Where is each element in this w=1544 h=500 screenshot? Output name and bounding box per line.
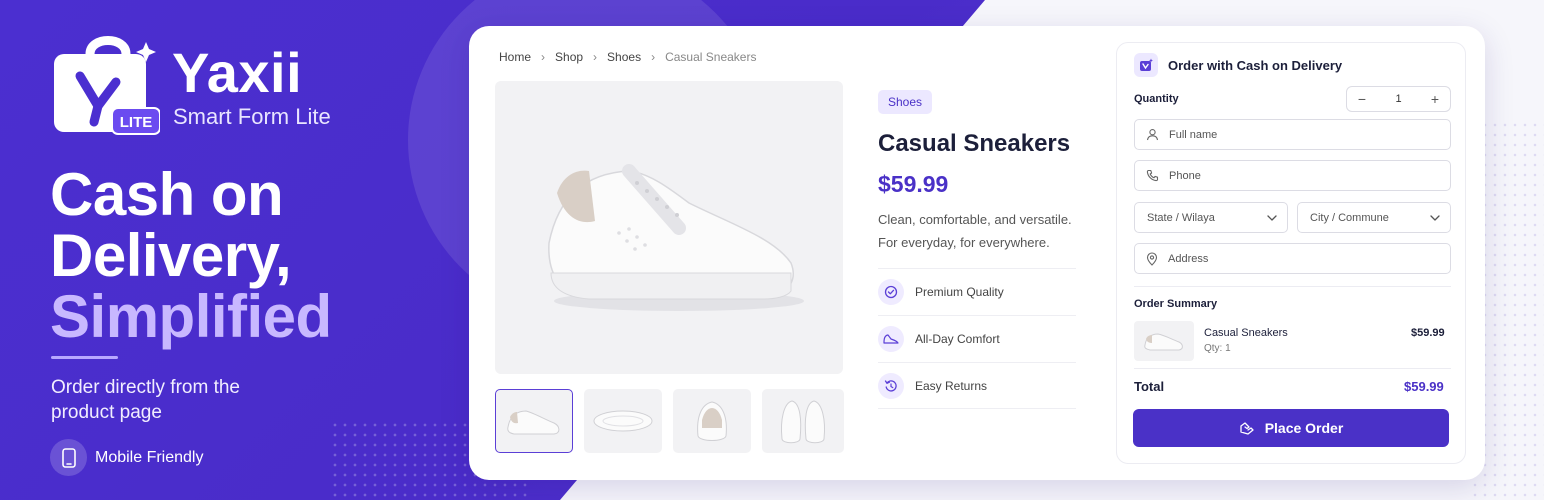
lite-badge: LITE (120, 114, 153, 131)
hand-cash-icon (1240, 422, 1254, 435)
shoe-icon (878, 326, 904, 352)
quantity-value[interactable]: 1 (1395, 93, 1401, 105)
address-placeholder: Address (1168, 252, 1209, 265)
summary-divider (1134, 286, 1451, 287)
chevron-down-icon (1267, 214, 1277, 221)
phone-placeholder: Phone (1169, 169, 1201, 182)
minus-button[interactable]: − (1355, 91, 1369, 107)
product-title: Casual Sneakers (878, 130, 1071, 157)
quantity-label: Quantity (1134, 93, 1179, 105)
badge-check-icon (878, 279, 904, 305)
summary-title: Order Summary (1134, 298, 1218, 310)
city-select[interactable]: City / Commune (1297, 202, 1451, 233)
state-placeholder: State / Wilaya (1147, 211, 1215, 224)
place-order-label: Place Order (1264, 420, 1344, 436)
feature-item: All-Day Comfort (878, 315, 1076, 362)
brand-subtitle: Smart Form Lite (173, 104, 331, 129)
brand-name: Yaxii (172, 41, 303, 104)
product-main-image (495, 81, 843, 374)
hero-headline: Cash on Delivery, Simplified (50, 164, 332, 347)
feature-item: Easy Returns (878, 362, 1076, 409)
phone-field[interactable]: Phone (1134, 160, 1451, 191)
fullname-placeholder: Full name (1169, 128, 1218, 141)
order-header: Order with Cash on Delivery (1134, 53, 1342, 77)
chevron-down-icon (1430, 214, 1440, 221)
product-price: $59.99 (878, 171, 949, 197)
feature-list: Premium Quality All-Day Comfort Easy Ret… (878, 268, 1076, 409)
summary-item-price: $59.99 (1411, 327, 1445, 339)
product-description: Clean, comfortable, and versatile. For e… (878, 212, 1072, 250)
summary-product-image (1134, 321, 1194, 361)
breadcrumb-shop[interactable]: Shop (555, 50, 583, 64)
fullname-field[interactable]: Full name (1134, 119, 1451, 150)
divider (51, 356, 118, 359)
location-pin-icon (1146, 251, 1158, 266)
summary-item-qty: Qty: 1 (1204, 343, 1231, 354)
thumbnail-2[interactable] (584, 389, 662, 453)
headline-line-1: Cash on (50, 161, 284, 228)
feature-item: Premium Quality (878, 268, 1076, 315)
address-field[interactable]: Address (1134, 243, 1451, 274)
hero-subtext: Order directly from the product page (51, 377, 240, 423)
breadcrumb: Home › Shop › Shoes › Casual Sneakers (499, 50, 756, 64)
chevron-right-icon: › (541, 50, 546, 64)
headline-line-3: Simplified (50, 283, 332, 350)
breadcrumb-home[interactable]: Home (499, 50, 531, 64)
feature-label: Premium Quality (915, 285, 1004, 299)
mobile-friendly-label: Mobile Friendly (95, 448, 204, 466)
plus-button[interactable]: + (1428, 91, 1442, 107)
category-tag[interactable]: Shoes (878, 90, 933, 114)
chevron-right-icon: › (593, 50, 598, 64)
headline-line-2: Delivery, (50, 222, 292, 289)
thumbnail-4[interactable] (762, 389, 844, 453)
state-select[interactable]: State / Wilaya (1134, 202, 1288, 233)
city-placeholder: City / Commune (1310, 211, 1389, 224)
return-icon (878, 372, 904, 399)
mobile-icon (50, 439, 87, 476)
breadcrumb-shoes[interactable]: Shoes (607, 50, 641, 64)
total-value: $59.99 (1404, 379, 1444, 394)
total-divider (1134, 368, 1451, 369)
product-card: Home › Shop › Shoes › Casual Sneakers Sh… (469, 26, 1485, 480)
thumbnail-strip (495, 389, 844, 453)
quantity-stepper: − 1 + (1346, 86, 1451, 112)
feature-label: All-Day Comfort (915, 332, 1000, 346)
logo: LITE (50, 28, 161, 138)
form-logo-icon (1134, 53, 1158, 77)
thumbnail-3[interactable] (673, 389, 751, 453)
chevron-right-icon: › (651, 50, 656, 64)
place-order-button[interactable]: Place Order (1133, 409, 1449, 447)
user-icon (1146, 129, 1159, 141)
breadcrumb-current: Casual Sneakers (665, 50, 757, 64)
thumbnail-1[interactable] (495, 389, 573, 453)
summary-item-name: Casual Sneakers (1204, 327, 1288, 339)
order-form: Order with Cash on Delivery Quantity − 1… (1116, 42, 1466, 464)
phone-icon (1146, 169, 1159, 182)
feature-label: Easy Returns (915, 378, 988, 393)
order-title: Order with Cash on Delivery (1168, 57, 1343, 73)
total-label: Total (1134, 379, 1165, 394)
mobile-friendly-badge: Mobile Friendly (50, 439, 203, 476)
